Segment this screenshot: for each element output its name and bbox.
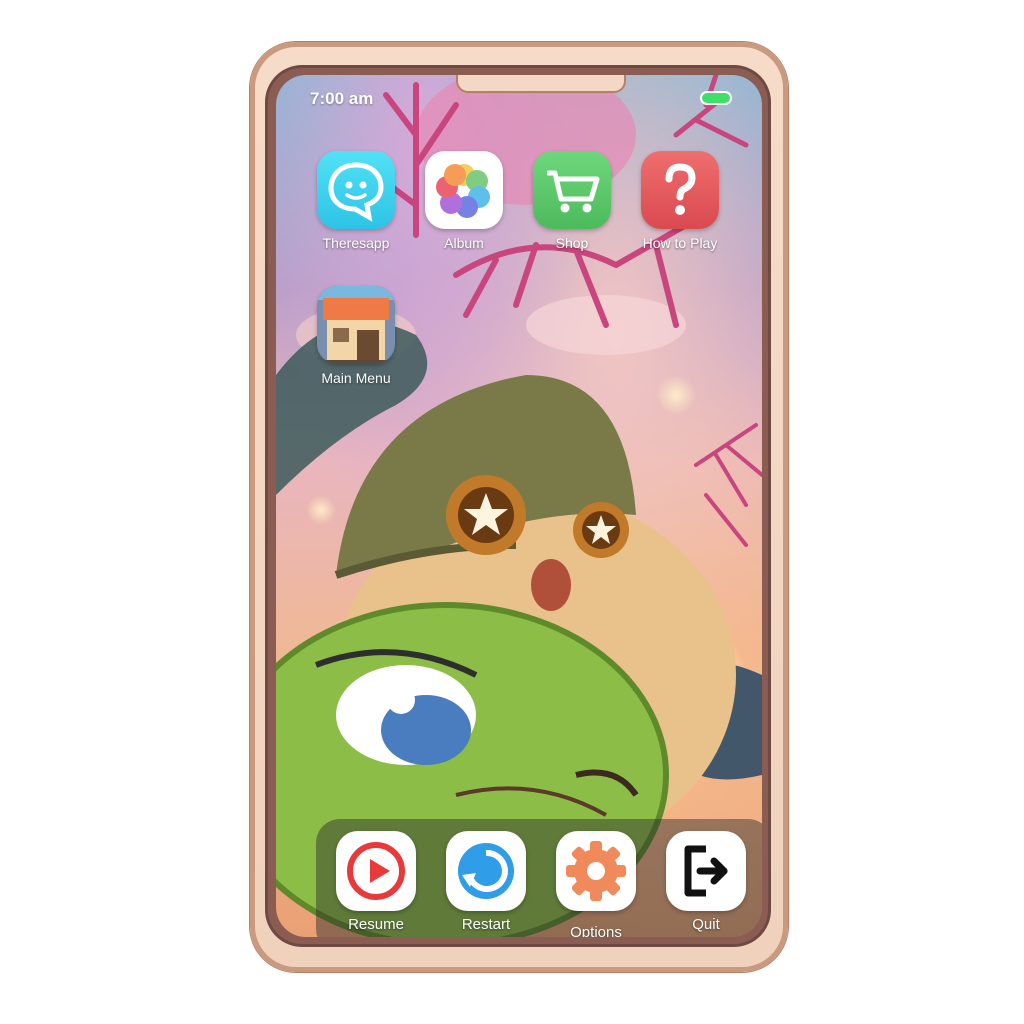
dock-label: Resume Game (348, 916, 404, 937)
app-theresapp[interactable]: Theresapp (306, 151, 406, 251)
play-icon (336, 831, 416, 911)
dock-label: Quit Game (686, 916, 727, 937)
flower-photos-icon (425, 151, 503, 229)
restart-game-button[interactable]: Restart Game (434, 831, 538, 937)
status-time: 7:00 am (310, 89, 374, 108)
resume-game-button[interactable]: Resume Game (324, 831, 428, 937)
options-button[interactable]: Options (544, 831, 648, 937)
shopping-cart-icon (533, 151, 611, 229)
chat-bubble-icon (317, 151, 395, 229)
dock-label: Restart Game (461, 916, 511, 937)
app-album[interactable]: Album (414, 151, 514, 251)
app-shop[interactable]: Shop (522, 151, 622, 251)
house-icon (317, 286, 395, 364)
phone-frame: 7:00 am Theresapp Album Shop How to Play… (250, 42, 788, 972)
app-main-menu[interactable]: Main Menu (306, 286, 406, 386)
battery-icon (700, 91, 732, 105)
app-label: Main Menu (321, 370, 391, 386)
phone-bezel: 7:00 am Theresapp Album Shop How to Play… (268, 68, 768, 944)
dock-label: Options (570, 924, 622, 937)
question-mark-icon (641, 151, 719, 229)
exit-icon (666, 831, 746, 911)
phone-screen: 7:00 am Theresapp Album Shop How to Play… (276, 75, 762, 937)
dock: Resume Game Restart Game (316, 819, 762, 937)
restart-icon (446, 831, 526, 911)
gear-icon (556, 831, 636, 911)
app-how-to-play[interactable]: How to Play (630, 151, 730, 251)
phone-notch (458, 75, 624, 91)
quit-game-button[interactable]: Quit Game (654, 831, 758, 937)
app-label: Shop (555, 235, 589, 251)
app-label: Album (444, 235, 484, 251)
app-label: Theresapp (322, 235, 390, 251)
app-label: How to Play (642, 235, 718, 251)
